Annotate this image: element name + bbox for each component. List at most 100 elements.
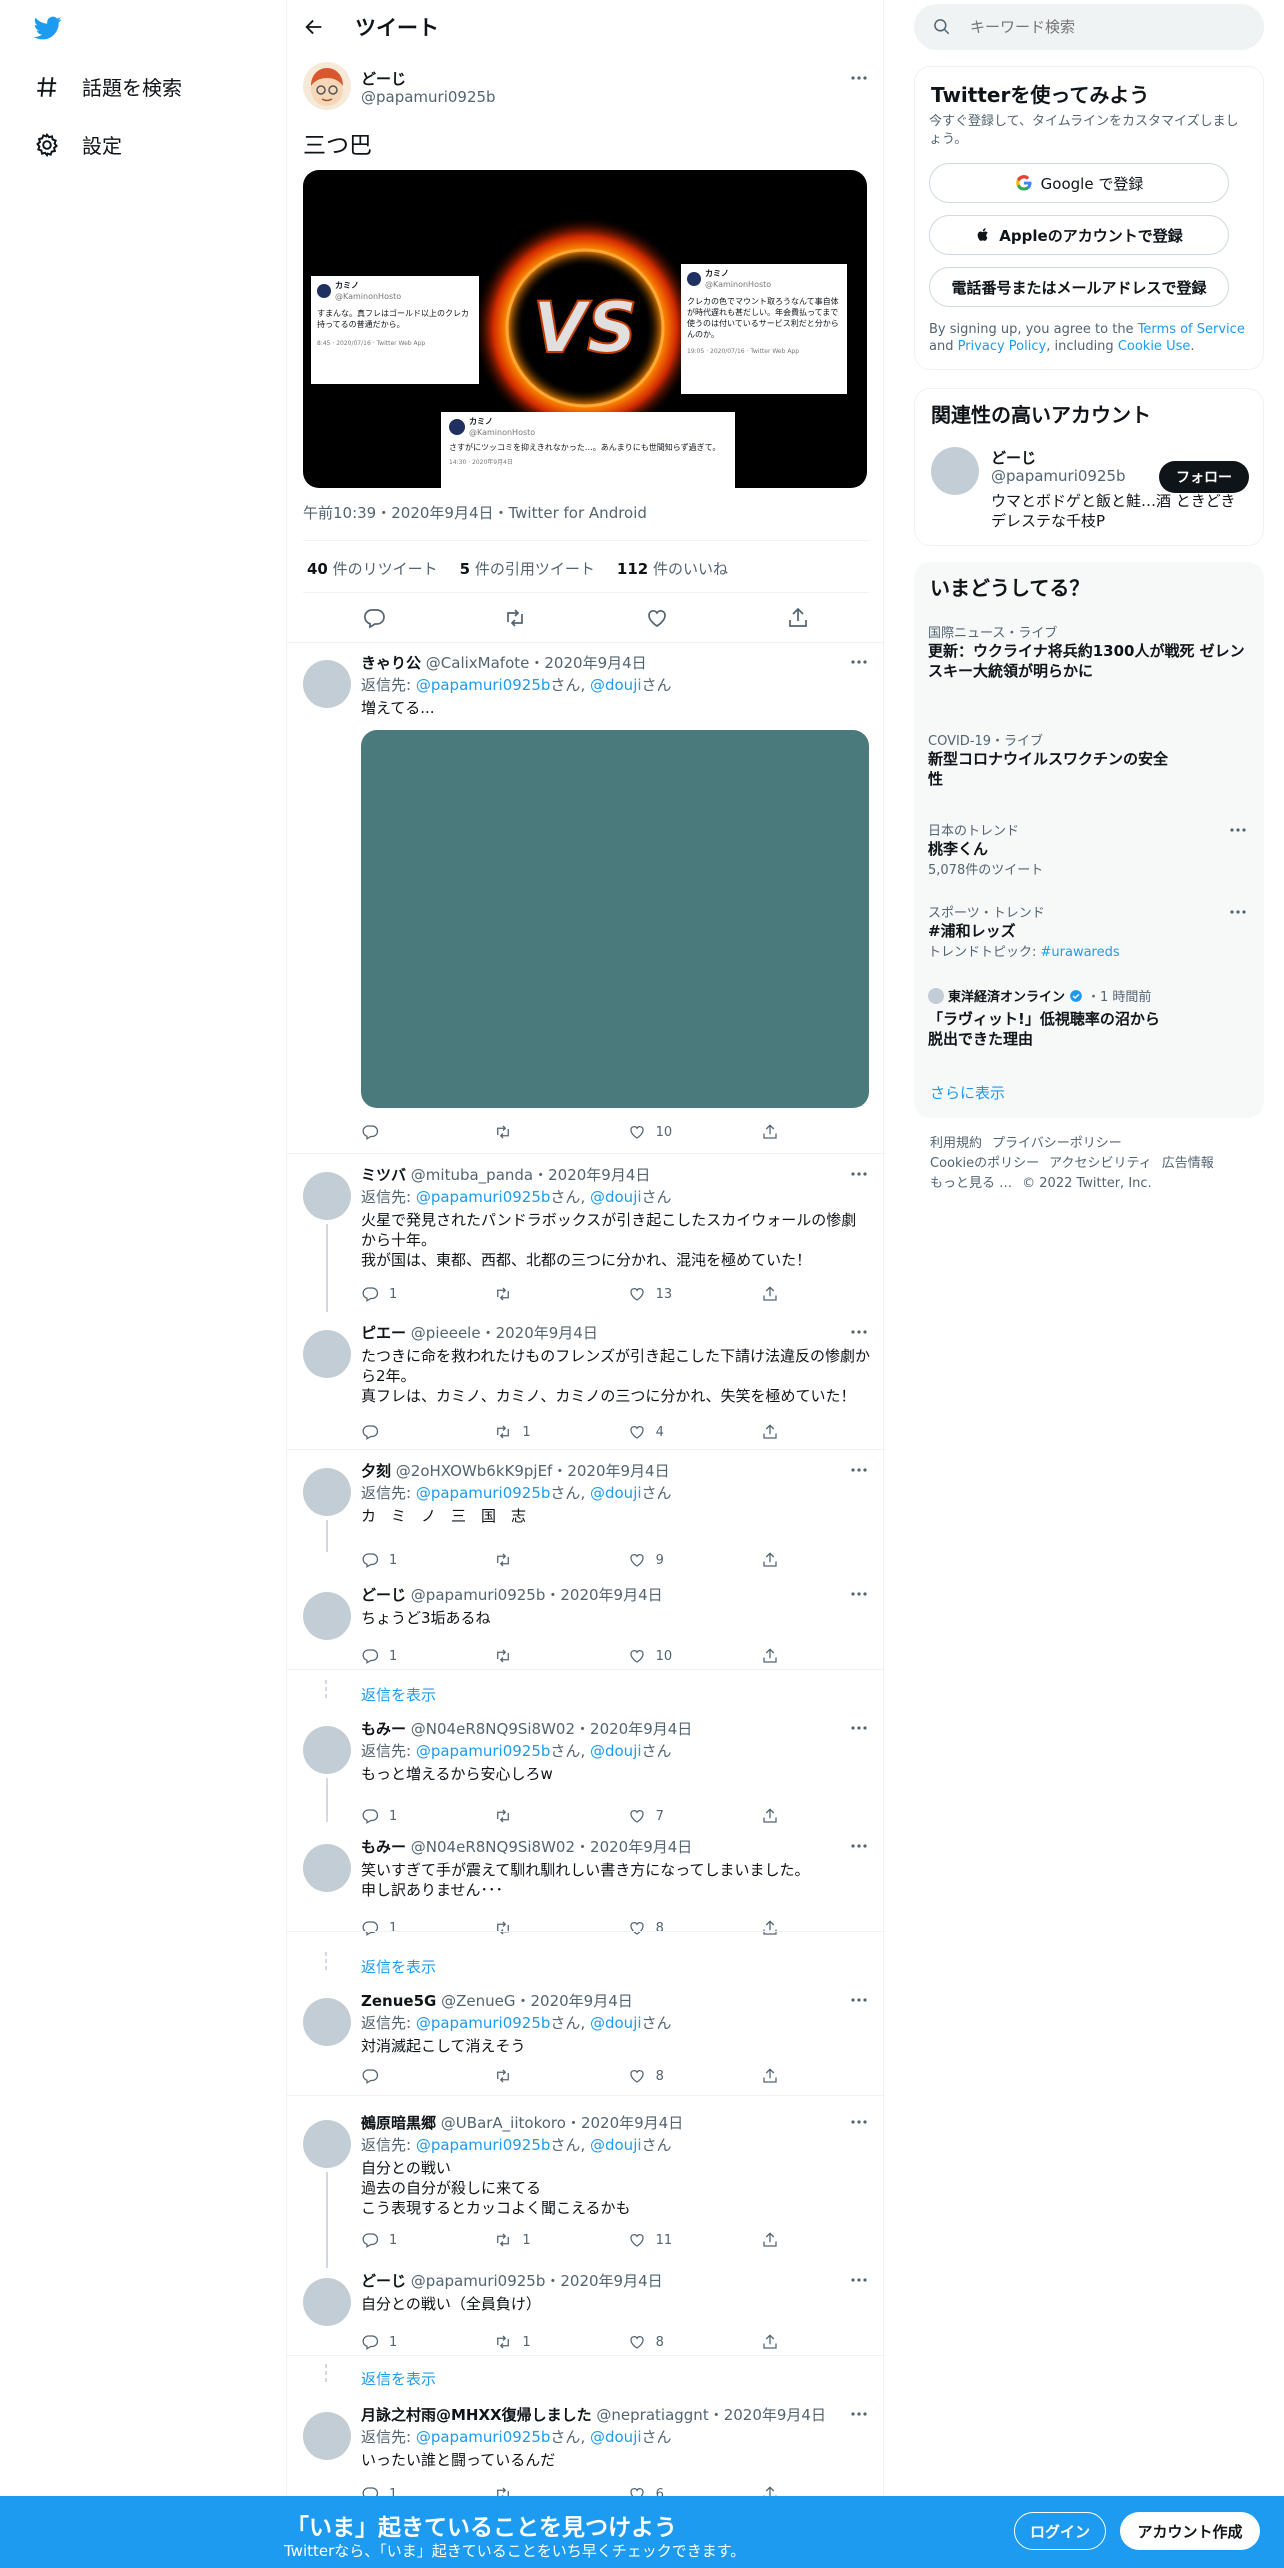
reply-author-handle[interactable]: @nepratiaggnt <box>596 2406 708 2424</box>
reply-tweet[interactable]: もみー @N04eR8NQ9Si8W02・2020年9月4日 返信先: @papa… <box>287 1714 885 1824</box>
reply-author-name[interactable]: ミツバ <box>361 1166 406 1184</box>
signup-button[interactable]: アカウント作成 <box>1120 2512 1260 2550</box>
reply-tweet[interactable]: ミツバ @mituba_panda・2020年9月4日 返信先: @papamur… <box>287 1160 885 1312</box>
reply-author-handle[interactable]: @CalixMafote <box>426 654 530 672</box>
more-icon[interactable] <box>849 1718 869 1738</box>
likes-stat[interactable]: 112 件のいいね <box>617 558 728 579</box>
avatar[interactable] <box>303 1172 351 1220</box>
retweets-stat[interactable]: 40 件のリツイート <box>307 558 438 579</box>
mention-link[interactable]: @papamuri0925b <box>416 676 551 694</box>
reply-author-handle[interactable]: @papamuri0925b <box>411 2272 546 2290</box>
more-icon[interactable] <box>849 2270 869 2290</box>
share-button[interactable] <box>761 1122 781 1142</box>
share-button[interactable] <box>761 1806 781 1826</box>
reply-date[interactable]: ・2020年9月4日 <box>709 2406 826 2424</box>
reply-button[interactable]: 1 <box>361 1918 431 1938</box>
retweet-button[interactable]: 1 <box>494 2230 564 2250</box>
reply-author-name[interactable]: もみー <box>361 1838 406 1856</box>
trend-item[interactable]: COVID-19・ライブ 新型コロナウイルスワクチンの安全性 <box>928 730 1248 789</box>
trend-hashtag-link[interactable]: #urawareds <box>1041 945 1120 960</box>
reply-author-handle[interactable]: @papamuri0925b <box>411 1586 546 1604</box>
reply-author-handle[interactable]: @UBarA_iitokoro <box>441 2114 566 2132</box>
phone-signup-button[interactable]: 電話番号またはメールアドレスで登録 <box>929 267 1229 307</box>
reply-button[interactable]: 1 <box>361 1284 431 1304</box>
reply-date[interactable]: ・2020年9月4日 <box>481 1324 598 1342</box>
footer-privacy[interactable]: プライバシーポリシー <box>992 1136 1122 1151</box>
retweet-button[interactable] <box>494 1284 564 1304</box>
reply-button[interactable]: 1 <box>361 1646 431 1666</box>
reply-tweet[interactable]: ピエー @pieeele・2020年9月4日 たつきに命を救われたけものフレンズが… <box>287 1318 885 1450</box>
reply-icon[interactable] <box>362 606 386 630</box>
mention-link[interactable]: @douji <box>590 2136 642 2154</box>
reply-author-name[interactable]: どーじ <box>361 1586 406 1604</box>
more-icon[interactable] <box>1228 820 1248 840</box>
apple-signup-button[interactable]: Appleのアカウントで登録 <box>929 215 1229 255</box>
reply-tweet[interactable]: Zenue5G @ZenueG・2020年9月4日 返信先: @papamuri0… <box>287 1986 885 2096</box>
reply-author-handle[interactable]: @mituba_panda <box>411 1166 533 1184</box>
footer-cookie[interactable]: Cookieのポリシー <box>930 1156 1039 1171</box>
retweet-button[interactable] <box>494 1646 564 1666</box>
like-button[interactable]: 10 <box>628 1122 698 1142</box>
more-icon[interactable] <box>849 1164 869 1184</box>
avatar[interactable] <box>303 2120 351 2168</box>
like-button[interactable]: 8 <box>628 2066 698 2086</box>
reply-tweet[interactable]: 鵺原暗黒郷 @UBarA_iitokoro・2020年9月4日 返信先: @pap… <box>287 2108 885 2268</box>
share-button[interactable] <box>761 2066 781 2086</box>
like-button[interactable]: 4 <box>628 1422 698 1442</box>
share-icon[interactable] <box>786 606 810 630</box>
reply-tweet[interactable]: 月詠之村雨@MHXX復帰しました @nepratiaggnt・2020年9月4日… <box>287 2400 885 2502</box>
reply-button[interactable] <box>361 2066 431 2086</box>
share-button[interactable] <box>761 1284 781 1304</box>
share-button[interactable] <box>761 1918 781 1938</box>
reply-button[interactable] <box>361 1122 431 1142</box>
like-button[interactable]: 8 <box>628 2332 698 2352</box>
share-button[interactable] <box>761 1550 781 1570</box>
like-button[interactable]: 7 <box>628 1806 698 1826</box>
author-handle[interactable]: @papamuri0925b <box>361 88 496 106</box>
show-replies-link[interactable]: 返信を表示 <box>361 1956 436 1977</box>
more-icon[interactable] <box>849 68 869 88</box>
retweet-button[interactable] <box>494 2066 564 2086</box>
more-icon[interactable] <box>849 1990 869 2010</box>
like-icon[interactable] <box>645 606 669 630</box>
retweet-icon[interactable] <box>503 606 527 630</box>
mention-link[interactable]: @papamuri0925b <box>416 1188 551 1206</box>
share-button[interactable] <box>761 2230 781 2250</box>
reply-author-name[interactable]: 夕刻 <box>361 1462 391 1480</box>
tweet-media[interactable]: VS カミノ @KaminonHosto すまんな。真フレはゴールド以上のクレカ持… <box>303 170 867 488</box>
nav-settings[interactable]: 設定 <box>34 130 122 159</box>
show-more-link[interactable]: さらに表示 <box>930 1082 1005 1103</box>
avatar[interactable] <box>303 62 351 110</box>
reply-tweet[interactable]: きゃり公 @CalixMafote・2020年9月4日 返信先: @papamur… <box>287 648 885 1154</box>
reply-button[interactable]: 1 <box>361 1806 431 1826</box>
quotes-stat[interactable]: 5 件の引用ツイート <box>460 558 595 579</box>
avatar[interactable] <box>303 660 351 708</box>
share-button[interactable] <box>761 1646 781 1666</box>
reply-media[interactable] <box>361 730 869 1108</box>
cookie-link[interactable]: Cookie Use <box>1118 339 1191 354</box>
reply-tweet[interactable]: もみー @N04eR8NQ9Si8W02・2020年9月4日 笑いすぎて手が震えて… <box>287 1832 885 1976</box>
reply-author-handle[interactable]: @ZenueG <box>441 1992 515 2010</box>
avatar[interactable] <box>303 1330 351 1378</box>
reply-date[interactable]: ・2020年9月4日 <box>566 2114 683 2132</box>
mention-link[interactable]: @papamuri0925b <box>416 1742 551 1760</box>
more-icon[interactable] <box>849 1836 869 1856</box>
more-icon[interactable] <box>849 1584 869 1604</box>
more-icon[interactable] <box>849 2112 869 2132</box>
retweet-button[interactable]: 1 <box>494 1422 564 1442</box>
reply-date[interactable]: ・2020年9月4日 <box>575 1720 692 1738</box>
mention-link[interactable]: @douji <box>590 676 642 694</box>
follow-button[interactable]: フォロー <box>1159 461 1249 493</box>
avatar[interactable] <box>303 2412 351 2460</box>
retweet-button[interactable] <box>494 1550 564 1570</box>
reply-button[interactable]: 1 <box>361 2230 431 2250</box>
footer-ads[interactable]: 広告情報 <box>1162 1156 1214 1171</box>
reply-author-name[interactable]: ピエー <box>361 1324 406 1342</box>
mention-link[interactable]: @papamuri0925b <box>416 1484 551 1502</box>
show-replies-link[interactable]: 返信を表示 <box>361 2368 436 2389</box>
reply-date[interactable]: ・2020年9月4日 <box>545 1586 662 1604</box>
more-icon[interactable] <box>1228 902 1248 922</box>
retweet-button[interactable] <box>494 1806 564 1826</box>
reply-author-name[interactable]: 鵺原暗黒郷 <box>361 2114 436 2132</box>
reply-author-name[interactable]: もみー <box>361 1720 406 1738</box>
